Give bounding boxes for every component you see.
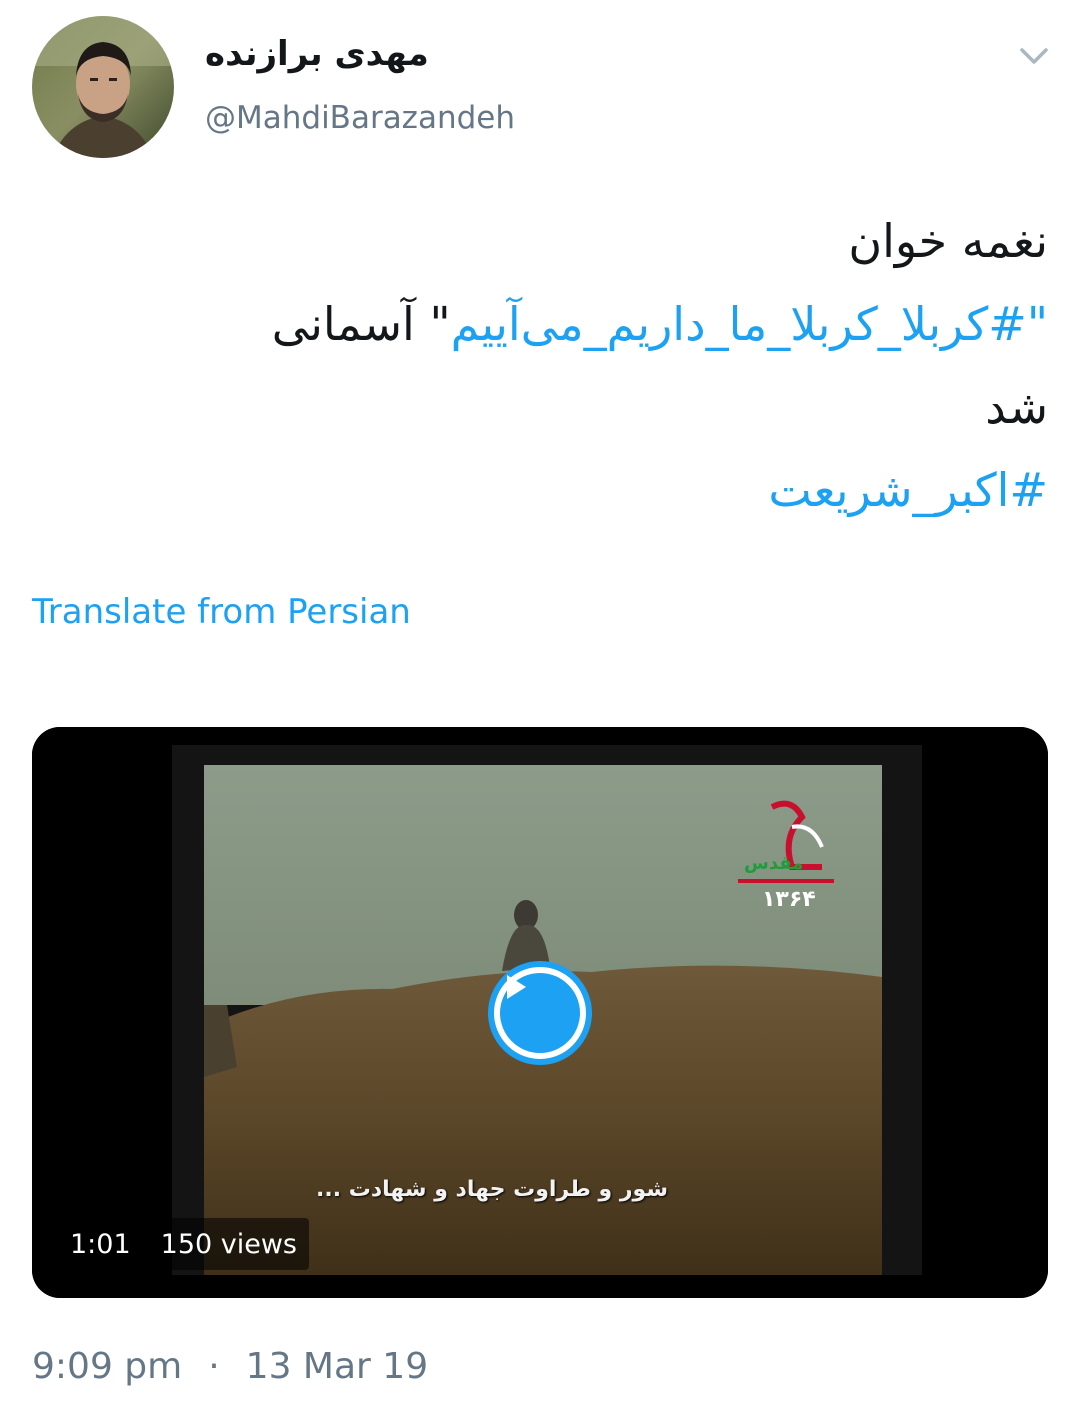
video-subtitle: شور و طراوت جهاد و شهادت ... [316,1177,668,1202]
avatar[interactable] [32,16,174,158]
channel-logo-year: ۱۳۶۴ [762,887,816,912]
video-info-badge: 1:01 150 views [60,1218,309,1270]
hashtag-karbala-link[interactable]: #کربلا_کربلا_ما_داریم_می‌آییم [451,297,1027,351]
author-handle[interactable]: @MahdiBarazandeh [205,100,515,136]
translate-link[interactable]: Translate from Persian [32,592,411,632]
tweet-line-2-after: " آسمانی [271,297,451,351]
tweet-time: 9:09 pm [32,1346,183,1387]
svg-text:مقدس: مقدس [744,853,803,874]
tweet-date: 13 Mar 19 [245,1346,429,1387]
play-icon [500,973,580,1053]
hashtag-akbar-shariat-link[interactable]: #اکبر_شریعت [100,449,1048,532]
play-button[interactable] [488,961,592,1065]
video-duration: 1:01 [70,1228,131,1260]
author-display-name[interactable]: مهدی برازنده [205,34,429,74]
chevron-down-icon[interactable] [1012,40,1056,72]
timestamp-separator: · [208,1346,220,1387]
video-player[interactable]: مقدس ۱۳۶۴ شور و طراوت جهاد و شهادت ... 1… [32,727,1048,1298]
tweet-timestamp[interactable]: 9:09 pm · 13 Mar 19 [32,1346,428,1387]
tweet-line-2: "#کربلا_کربلا_ما_داریم_می‌آییم" آسمانی [100,283,1048,366]
tweet-line-1: نغمه خوان [848,214,1048,268]
tweet-text: نغمه خوان "#کربلا_کربلا_ما_داریم_می‌آییم… [100,200,1048,532]
hashtag-quote-open: " [1026,297,1048,351]
video-views: 150 views [160,1228,297,1260]
avatar-photo [32,16,174,158]
tweet-line-3: شد [985,380,1048,434]
